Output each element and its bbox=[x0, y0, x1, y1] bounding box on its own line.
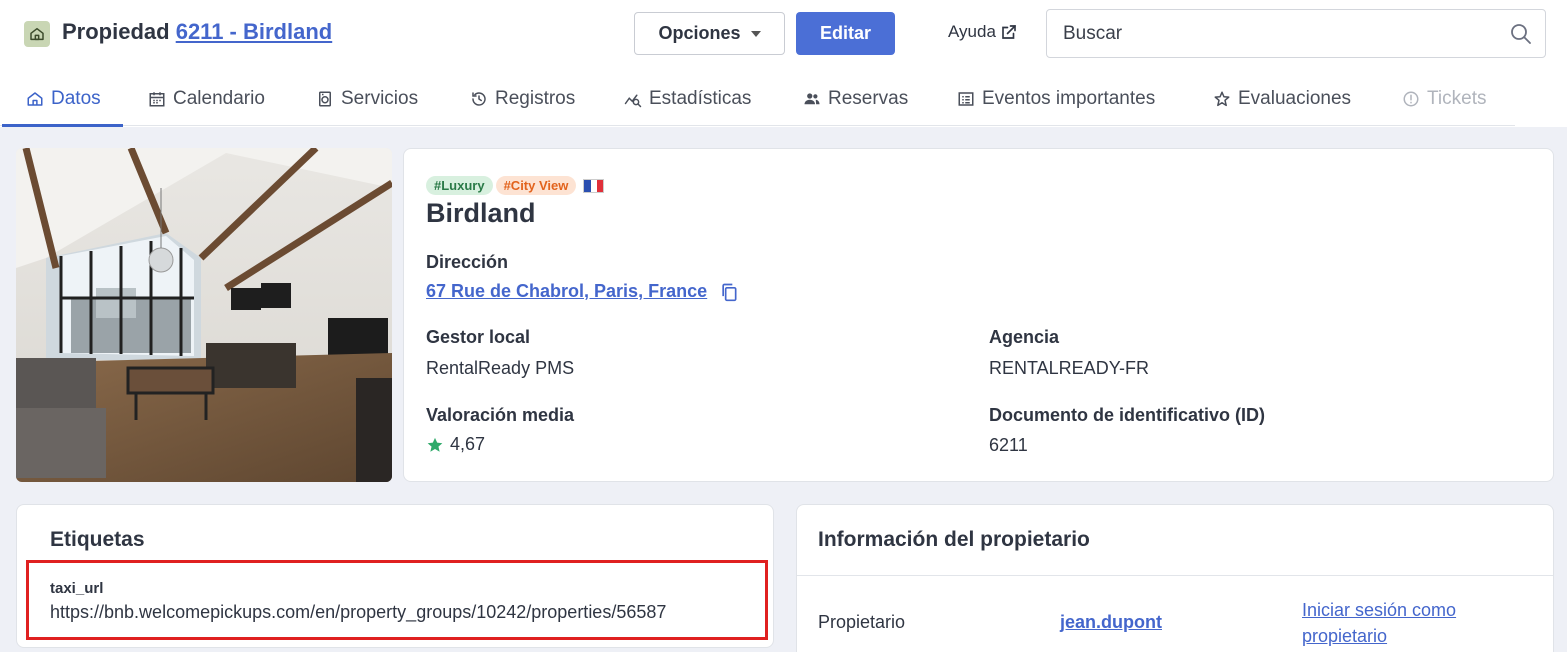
tab-servicios[interactable]: Servicios bbox=[316, 72, 418, 126]
divider bbox=[797, 575, 1553, 576]
labels-card: Etiquetas taxi_url https://bnb.welcomepi… bbox=[16, 504, 774, 648]
owner-name-link[interactable]: jean.dupont bbox=[1060, 612, 1162, 633]
property-tags: #Luxury #City View bbox=[426, 176, 605, 195]
property-card: #Luxury #City View Birdland Dirección 67… bbox=[403, 148, 1554, 482]
agency-label: Agencia bbox=[989, 327, 1060, 347]
page-title: Propiedad 6211 - Birdland bbox=[62, 19, 332, 45]
address-link[interactable]: 67 Rue de Chabrol, Paris, France bbox=[426, 281, 707, 302]
owner-info-card: Información del propietario Propietario … bbox=[796, 504, 1554, 652]
manager-value: RentalReady PMS bbox=[426, 358, 575, 378]
help-link[interactable]: Ayuda bbox=[948, 22, 1018, 42]
tab-tickets: Tickets bbox=[1402, 72, 1486, 126]
tab-label: Servicios bbox=[341, 88, 419, 109]
caret-down-icon bbox=[750, 30, 761, 37]
calendar-icon bbox=[149, 92, 165, 107]
alert-circle-icon bbox=[1403, 91, 1419, 107]
tab-label: Evaluaciones bbox=[1238, 88, 1352, 109]
property-name: Birdland bbox=[426, 198, 536, 228]
header: Propiedad 6211 - Birdland Opciones Edita… bbox=[0, 0, 1567, 70]
owner-card-title: Información del propietario bbox=[818, 528, 1090, 551]
options-label: Opciones bbox=[658, 23, 741, 43]
tab-calendario[interactable]: Calendario bbox=[148, 72, 265, 126]
tab-label: Registros bbox=[495, 88, 576, 109]
tab-registros[interactable]: Registros bbox=[470, 72, 575, 126]
tag-luxury[interactable]: #Luxury bbox=[426, 176, 493, 195]
label-key: taxi_url bbox=[50, 580, 104, 597]
rating-label: Valoración media bbox=[426, 405, 575, 425]
id-value: 6211 bbox=[989, 435, 1028, 455]
manager-label: Gestor local bbox=[426, 327, 531, 347]
tab-estadisticas[interactable]: Estadísticas bbox=[624, 72, 751, 126]
tab-datos[interactable]: Datos bbox=[2, 72, 123, 127]
tab-reservas[interactable]: Reservas bbox=[803, 72, 908, 126]
tab-label: Eventos importantes bbox=[982, 88, 1156, 109]
tab-label: Tickets bbox=[1427, 88, 1487, 109]
search-icon[interactable] bbox=[1509, 22, 1533, 46]
copy-icon[interactable] bbox=[719, 282, 739, 302]
tab-bar: Datos Calendario Servicios Registros Est… bbox=[0, 72, 1515, 127]
property-title-link[interactable]: 6211 - Birdland bbox=[176, 19, 333, 44]
search-box[interactable] bbox=[1046, 9, 1546, 58]
page-title-prefix: Propiedad bbox=[62, 19, 170, 44]
event-list-icon bbox=[958, 92, 974, 106]
edit-button[interactable]: Editar bbox=[796, 12, 895, 55]
rating-value: 4,67 bbox=[450, 434, 486, 454]
id-label: Documento de identificativo (ID) bbox=[989, 405, 1266, 425]
external-link-icon bbox=[1002, 25, 1016, 39]
analytics-icon bbox=[624, 94, 642, 108]
options-dropdown-button[interactable]: Opciones bbox=[634, 12, 785, 55]
help-label: Ayuda bbox=[948, 22, 996, 41]
france-flag-icon bbox=[583, 178, 605, 193]
address-row: 67 Rue de Chabrol, Paris, France bbox=[426, 281, 739, 302]
labels-card-title: Etiquetas bbox=[50, 528, 145, 551]
tab-eventos-importantes[interactable]: Eventos importantes bbox=[957, 72, 1155, 126]
tab-label: Datos bbox=[51, 88, 101, 109]
search-input[interactable] bbox=[1063, 22, 1483, 46]
highlighted-label-entry: taxi_url https://bnb.welcomepickups.com/… bbox=[26, 560, 768, 640]
laundry-icon bbox=[319, 91, 331, 107]
label-value: https://bnb.welcomepickups.com/en/proper… bbox=[50, 602, 667, 622]
property-photo[interactable] bbox=[16, 148, 392, 482]
property-home-icon bbox=[24, 21, 50, 47]
history-icon bbox=[472, 92, 486, 106]
tag-city-view[interactable]: #City View bbox=[495, 176, 577, 195]
address-label: Dirección bbox=[426, 252, 509, 272]
tab-label: Estadísticas bbox=[649, 88, 752, 109]
login-as-owner-link[interactable]: Iniciar sesión como propietario bbox=[1302, 597, 1502, 649]
star-filled-icon bbox=[427, 437, 443, 452]
home-icon bbox=[27, 92, 43, 106]
tab-label: Calendario bbox=[173, 88, 265, 109]
people-icon bbox=[804, 93, 820, 105]
agency-value: RENTALREADY-FR bbox=[989, 358, 1150, 378]
tab-evaluaciones[interactable]: Evaluaciones bbox=[1213, 72, 1351, 126]
owner-label: Propietario bbox=[818, 612, 906, 632]
rating-row: 4,67 bbox=[426, 434, 485, 455]
star-outline-icon bbox=[1214, 91, 1230, 107]
tab-label: Reservas bbox=[828, 88, 909, 109]
